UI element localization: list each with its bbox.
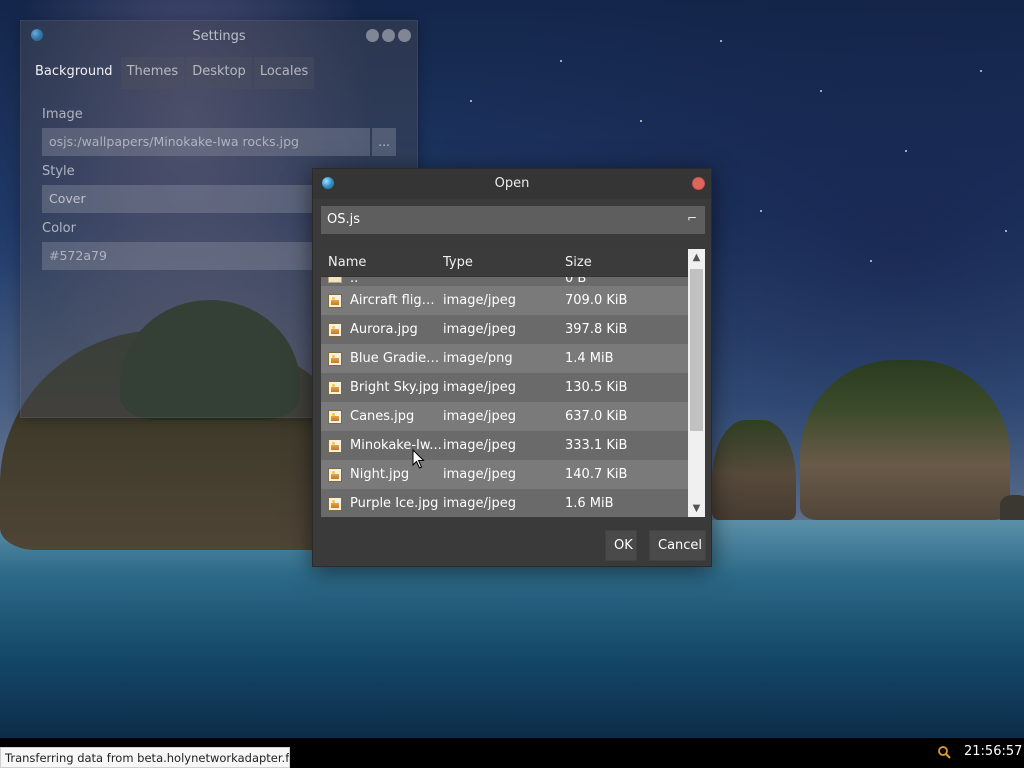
column-header-name[interactable]: Name (321, 255, 443, 270)
tab-themes[interactable]: Themes (120, 57, 185, 89)
scrollbar-thumb[interactable] (690, 269, 703, 431)
cancel-button[interactable]: Cancel (649, 530, 706, 561)
wallpaper-rock (1000, 495, 1024, 520)
image-file-icon (328, 293, 342, 308)
browser-status-bar: Transferring data from beta.holynetworka… (0, 747, 290, 768)
file-list-scrollbar[interactable]: ▲ ▼ (688, 249, 705, 517)
image-file-icon (328, 496, 342, 511)
image-file-icon (328, 380, 342, 395)
file-name: Minokake-Iw... (350, 438, 442, 453)
file-list[interactable]: .. 0 B Aircraft flight... image/jpeg 709… (321, 249, 705, 517)
file-list-header: Name Type Size (321, 249, 688, 277)
maximize-icon[interactable] (382, 29, 395, 42)
file-type: image/jpeg (443, 322, 516, 337)
image-label: Image (42, 107, 83, 122)
file-size: 397.8 KiB (565, 322, 628, 337)
settings-titlebar[interactable]: Settings (21, 21, 417, 51)
list-item[interactable]: Aurora.jpg image/jpeg 397.8 KiB (321, 315, 688, 344)
file-name: Canes.jpg (350, 409, 415, 424)
location-select[interactable]: OS.js ⌐ (321, 206, 705, 234)
close-icon[interactable] (692, 177, 705, 190)
wallpaper-rock (800, 360, 1010, 520)
location-value: OS.js (327, 212, 361, 227)
file-type: image/png (443, 351, 513, 366)
dropdown-icon: ⌐ (686, 211, 697, 225)
settings-tabs: Background Themes Desktop Locales (21, 51, 417, 89)
tab-desktop[interactable]: Desktop (186, 57, 252, 89)
window-controls (366, 29, 411, 42)
image-file-icon (328, 409, 342, 424)
file-size: 1.6 MiB (565, 496, 614, 511)
browse-button[interactable]: ... (372, 128, 396, 156)
file-type: image/jpeg (443, 467, 516, 482)
column-header-size[interactable]: Size (565, 255, 685, 270)
ok-button[interactable]: OK (605, 530, 637, 561)
list-item[interactable]: Purple Ice.jpg image/jpeg 1.6 MiB (321, 489, 688, 517)
list-item[interactable]: Bright Sky.jpg image/jpeg 130.5 KiB (321, 373, 688, 402)
image-file-icon (328, 351, 342, 366)
list-item[interactable]: Canes.jpg image/jpeg 637.0 KiB (321, 402, 688, 431)
chevron-down-icon[interactable]: ▼ (688, 500, 705, 517)
file-type: image/jpeg (443, 409, 516, 424)
list-item[interactable]: Night.jpg image/jpeg 140.7 KiB (321, 460, 688, 489)
file-size: 637.0 KiB (565, 409, 628, 424)
mouse-pointer-icon (412, 449, 425, 469)
minimize-icon[interactable] (366, 29, 379, 42)
search-icon[interactable] (937, 745, 951, 759)
list-item[interactable]: Aircraft flight... image/jpeg 709.0 KiB (321, 286, 688, 315)
file-rows: .. 0 B Aircraft flight... image/jpeg 709… (321, 269, 688, 517)
panel-clock[interactable]: 21:56:57 (964, 744, 1022, 759)
open-dialog-title: Open (494, 176, 530, 191)
image-file-icon (328, 438, 342, 453)
file-name: Aircraft flight... (350, 293, 442, 308)
chevron-up-icon[interactable]: ▲ (688, 249, 705, 266)
file-type: image/jpeg (443, 496, 516, 511)
file-name: Bright Sky.jpg (350, 380, 440, 395)
file-name: Aurora.jpg (350, 322, 418, 337)
column-header-type[interactable]: Type (443, 255, 565, 270)
wallpaper-rock (712, 420, 796, 520)
file-name: Purple Ice.jpg (350, 496, 439, 511)
file-size: 1.4 MiB (565, 351, 614, 366)
file-name: Blue Gradient... (350, 351, 442, 366)
open-dialog[interactable]: Open OS.js ⌐ .. 0 B Aircraft flight... i… (312, 168, 712, 567)
image-row: osjs:/wallpapers/Minokake-Iwa rocks.jpg … (42, 128, 396, 156)
settings-title: Settings (192, 29, 246, 44)
image-path-field[interactable]: osjs:/wallpapers/Minokake-Iwa rocks.jpg (42, 128, 371, 156)
list-item[interactable]: Blue Gradient... image/png 1.4 MiB (321, 344, 688, 373)
file-size: 333.1 KiB (565, 438, 628, 453)
list-item[interactable]: Minokake-Iw... image/jpeg 333.1 KiB (321, 431, 688, 460)
file-type: image/jpeg (443, 293, 516, 308)
file-name: Night.jpg (350, 467, 410, 482)
tab-background[interactable]: Background (29, 57, 119, 89)
image-file-icon (328, 467, 342, 482)
tab-locales[interactable]: Locales (253, 57, 315, 89)
file-size: 140.7 KiB (565, 467, 628, 482)
close-icon[interactable] (398, 29, 411, 42)
file-type: image/jpeg (443, 438, 516, 453)
image-file-icon (328, 322, 342, 337)
file-type: image/jpeg (443, 380, 516, 395)
open-dialog-titlebar[interactable]: Open (313, 169, 711, 199)
file-size: 709.0 KiB (565, 293, 628, 308)
file-size: 130.5 KiB (565, 380, 628, 395)
